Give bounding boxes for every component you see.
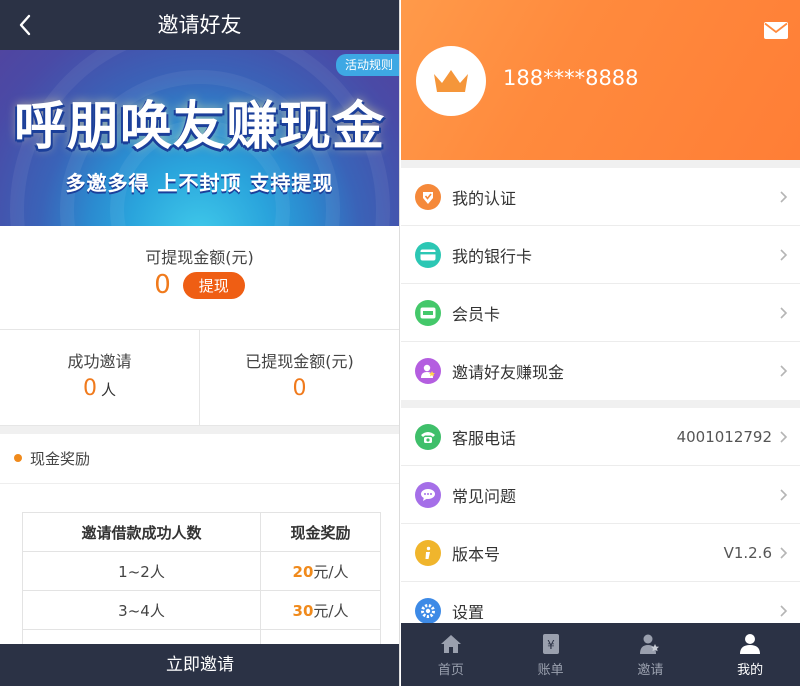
- section-heading: 现金奖励: [0, 434, 399, 484]
- invite-stats: 成功邀请 0人 已提现金额(元) 0: [0, 330, 399, 426]
- withdrawable-panel: 可提现金额(元) 0 提现: [0, 226, 399, 330]
- crown-icon: [434, 70, 468, 92]
- verify-icon: [415, 183, 441, 210]
- chevron-right-icon: [780, 248, 788, 261]
- vip-card-icon: [415, 299, 441, 326]
- section-title-text: 现金奖励: [30, 450, 91, 468]
- info-icon: [415, 539, 441, 566]
- banner-slogan: 呼朋唤友赚现金: [13, 97, 385, 157]
- withdraw-button[interactable]: 提现: [182, 271, 245, 299]
- tab-label: 账单: [537, 663, 564, 678]
- invite-screen: 邀请好友 活动规则 呼朋唤友赚现金 多邀多得 上不封顶 支持提现 可提现金额(元…: [0, 0, 400, 686]
- menu-item-bank-card[interactable]: 我的银行卡: [401, 226, 800, 284]
- settings-icon: [415, 597, 441, 624]
- withdrawn-value: 0: [292, 376, 307, 401]
- invited-unit: 人: [100, 381, 116, 399]
- chevron-right-icon: [780, 488, 788, 501]
- activity-rules-button[interactable]: 活动规则: [335, 54, 399, 76]
- divider: [0, 426, 399, 434]
- tab-invite[interactable]: 邀请: [601, 623, 701, 686]
- tab-label: 我的: [737, 663, 764, 678]
- table-cell-count: 1~2人: [22, 551, 261, 591]
- faq-icon: [415, 481, 441, 508]
- menu-group-support: 客服电话 4001012792 常见问题 版本号 V1.2.6 设置: [401, 408, 800, 640]
- menu-item-invite-friends[interactable]: 邀请好友赚现金: [401, 342, 800, 400]
- table-cell-reward: 20元/人: [260, 551, 381, 591]
- page-title: 邀请好友: [157, 13, 242, 37]
- nav-header: 邀请好友: [0, 0, 399, 50]
- withdrawn-amount-cell: 已提现金额(元) 0: [199, 330, 399, 425]
- menu-group-account: 我的认证 我的银行卡 会员卡 邀请好友赚现金: [401, 168, 800, 400]
- menu-label: 版本号: [452, 544, 501, 564]
- avatar[interactable]: [416, 46, 486, 116]
- user-icon: [740, 634, 761, 654]
- menu-label: 常见问题: [452, 486, 517, 506]
- tab-label: 邀请: [637, 663, 664, 678]
- invited-label: 成功邀请: [67, 352, 132, 371]
- bill-icon: ¥: [542, 634, 559, 654]
- bottom-tab-bar: 首页 ¥ 账单 邀请 我的: [401, 623, 800, 686]
- menu-item-faq[interactable]: 常见问题: [401, 466, 800, 524]
- menu-label: 邀请好友赚现金: [452, 363, 565, 382]
- chevron-right-icon: [780, 306, 788, 319]
- chevron-right-icon: [780, 546, 788, 559]
- invite-now-button[interactable]: 立即邀请: [0, 644, 399, 686]
- menu-item-customer-service[interactable]: 客服电话 4001012792: [401, 408, 800, 466]
- menu-item-vip-card[interactable]: 会员卡: [401, 284, 800, 342]
- menu-label: 设置: [452, 602, 485, 622]
- banner-subline: 多邀多得 上不封顶 支持提现: [65, 171, 334, 195]
- menu-label: 我的认证: [452, 188, 517, 208]
- tab-home[interactable]: 首页: [401, 623, 501, 686]
- user-phone: 188****8888: [503, 66, 639, 90]
- invited-value: 0: [82, 376, 97, 401]
- table-row: 1~2人 20元/人: [22, 551, 381, 591]
- table-row: 3~4人 30元/人: [22, 590, 381, 630]
- invite-icon: [415, 358, 441, 384]
- version-number: V1.2.6: [723, 543, 772, 562]
- chevron-right-icon: [780, 190, 788, 203]
- chevron-right-icon: [780, 604, 788, 617]
- chevron-right-icon: [780, 365, 788, 377]
- table-header: 邀请借款成功人数: [22, 512, 261, 552]
- table-header: 现金奖励: [260, 512, 381, 552]
- menu-item-verification[interactable]: 我的认证: [401, 168, 800, 226]
- svg-text:¥: ¥: [547, 638, 555, 652]
- invite-tab-icon: [640, 634, 660, 654]
- promo-banner: 活动规则 呼朋唤友赚现金 多邀多得 上不封顶 支持提现: [0, 50, 399, 226]
- menu-item-version[interactable]: 版本号 V1.2.6: [401, 524, 800, 582]
- tab-mine[interactable]: 我的: [700, 623, 800, 686]
- chevron-right-icon: [780, 430, 788, 443]
- withdrawn-label: 已提现金额(元): [245, 352, 354, 371]
- tab-bills[interactable]: ¥ 账单: [501, 623, 601, 686]
- service-phone-number: 4001012792: [676, 427, 772, 446]
- table-cell-reward: 30元/人: [260, 590, 381, 630]
- bank-card-icon: [415, 241, 441, 268]
- profile-header: 188****8888: [401, 0, 800, 160]
- table-cell-count: 3~4人: [22, 590, 261, 630]
- tab-label: 首页: [437, 663, 464, 678]
- withdrawable-amount: 0: [154, 270, 171, 300]
- menu-label: 客服电话: [452, 428, 517, 448]
- phone-icon: [415, 423, 441, 450]
- bullet-dot: [14, 453, 22, 462]
- table-header-row: 邀请借款成功人数 现金奖励: [22, 512, 381, 552]
- profile-screen: 188****8888 我的认证 我的银行卡 会员卡 邀请好友赚现金 客服电话 …: [401, 0, 800, 686]
- menu-label: 我的银行卡: [452, 246, 533, 266]
- invited-count-cell: 成功邀请 0人: [0, 330, 199, 425]
- mail-icon[interactable]: [764, 22, 788, 39]
- menu-label: 会员卡: [452, 304, 501, 324]
- withdrawable-label: 可提现金额(元): [145, 248, 254, 267]
- home-icon: [440, 635, 461, 653]
